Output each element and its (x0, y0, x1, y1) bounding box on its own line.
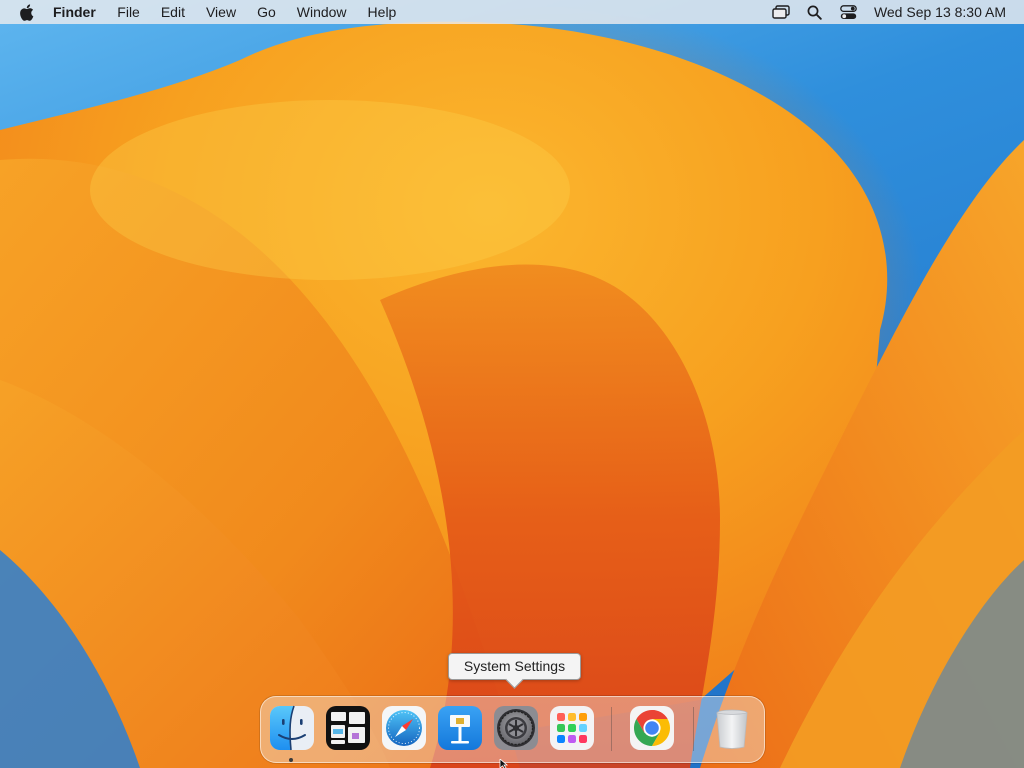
mission-control-icon (326, 706, 370, 750)
dock-item-trash[interactable] (709, 705, 755, 751)
apple-logo-icon (19, 3, 33, 21)
mouse-pointer-icon (499, 759, 509, 768)
menu-view[interactable]: View (195, 0, 246, 24)
menu-help[interactable]: Help (357, 0, 407, 24)
system-settings-icon (494, 706, 538, 750)
control-center-icon (840, 4, 858, 19)
finder-icon (270, 705, 314, 751)
apple-menu-button[interactable] (0, 0, 52, 24)
dock-divider-trash (693, 707, 694, 751)
dock (260, 696, 765, 763)
menu-bar: Finder File Edit View Go Window Help Wed… (0, 0, 1024, 24)
spotlight-search-icon (807, 5, 823, 20)
keynote-icon (438, 706, 482, 750)
menu-edit[interactable]: Edit (150, 0, 195, 24)
dock-item-chrome[interactable] (629, 705, 675, 751)
screen-mirroring-icon (772, 5, 790, 19)
menu-bar-right: Wed Sep 13 8:30 AM (764, 0, 1024, 24)
control-center-button[interactable] (832, 0, 866, 24)
spotlight-button[interactable] (798, 0, 832, 24)
trash-icon (716, 709, 748, 749)
launchpad-icon (550, 706, 594, 750)
menu-window[interactable]: Window (286, 0, 357, 24)
finder-running-indicator (289, 758, 293, 762)
dock-item-safari[interactable] (381, 705, 427, 751)
chrome-icon (630, 706, 674, 750)
safari-icon (382, 706, 426, 750)
dock-tooltip: System Settings (448, 653, 581, 680)
dock-item-keynote[interactable] (437, 705, 483, 751)
dock-item-mission-control[interactable] (325, 705, 371, 751)
dock-item-finder[interactable] (269, 705, 315, 751)
screen-mirroring-button[interactable] (764, 0, 798, 24)
menu-go[interactable]: Go (247, 0, 287, 24)
menu-app-name[interactable]: Finder (52, 0, 107, 24)
dock-item-system-settings[interactable] (493, 705, 539, 751)
dock-item-launchpad[interactable] (549, 705, 595, 751)
dock-divider-apps (611, 707, 612, 751)
menu-file[interactable]: File (107, 0, 151, 24)
menu-bar-left: Finder File Edit View Go Window Help (0, 0, 407, 24)
menu-bar-clock[interactable]: Wed Sep 13 8:30 AM (866, 4, 1006, 20)
